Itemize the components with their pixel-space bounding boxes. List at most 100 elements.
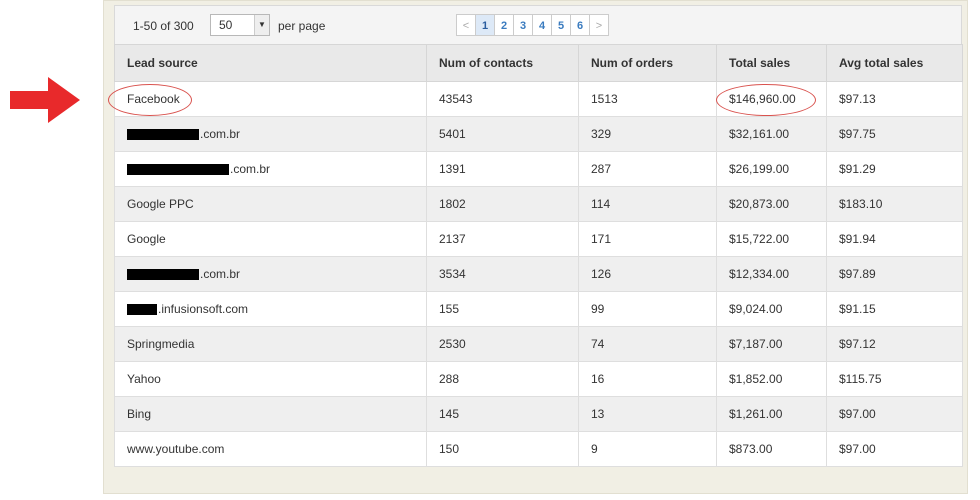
page-links: < 1 2 3 4 5 6 >	[456, 14, 609, 36]
cell-num-orders-text: 99	[591, 302, 605, 316]
header-num-contacts[interactable]: Num of contacts	[426, 44, 579, 82]
cell-num-contacts: 1802	[426, 186, 579, 222]
cell-avg-total-sales: $97.13	[826, 81, 963, 117]
cell-num-contacts-text: 5401	[439, 127, 466, 141]
cell-total-sales-text: $9,024.00	[729, 302, 783, 316]
cell-num-orders-text: 329	[591, 127, 612, 141]
per-page-label: per page	[278, 19, 326, 33]
cell-total-sales-text: $873.00	[729, 442, 773, 456]
page-link-2[interactable]: 2	[494, 14, 514, 36]
cell-num-orders: 287	[578, 151, 717, 187]
redaction-bar	[127, 304, 157, 316]
lead-source-table: Lead source Num of contacts Num of order…	[114, 44, 963, 467]
table-row[interactable]: .com.br 3534 126 $12,334.00 $97.89	[114, 256, 963, 292]
header-total-sales[interactable]: Total sales	[716, 44, 827, 82]
cell-num-contacts: 288	[426, 361, 579, 397]
cell-num-contacts: 155	[426, 291, 579, 327]
page-link-4[interactable]: 4	[532, 14, 552, 36]
cell-avg-total-sales-text: $97.00	[839, 407, 876, 421]
cell-lead-source-text: www.youtube.com	[127, 442, 225, 456]
cell-lead-source: Google	[114, 221, 427, 257]
cell-total-sales-text: $15,722.00	[729, 232, 790, 246]
pagination-bar: 1-50 of 300 50 ▼ per page < 1 2 3 4 5 6 …	[114, 5, 962, 45]
cell-total-sales: $15,722.00	[716, 221, 827, 257]
cell-avg-total-sales: $183.10	[826, 186, 963, 222]
cell-avg-total-sales: $91.15	[826, 291, 963, 327]
table-row[interactable]: Springmedia 2530 74 $7,187.00 $97.12	[114, 326, 963, 362]
header-num-orders[interactable]: Num of orders	[578, 44, 717, 82]
table-row[interactable]: www.youtube.com 150 9 $873.00 $97.00	[114, 431, 963, 467]
table-row[interactable]: .infusionsoft.com 155 99 $9,024.00 $91.15	[114, 291, 963, 327]
cell-num-orders: 74	[578, 326, 717, 362]
table-row[interactable]: Google 2137 171 $15,722.00 $91.94	[114, 221, 963, 257]
cell-avg-total-sales: $91.29	[826, 151, 963, 187]
cell-lead-source-text: .infusionsoft.com	[158, 302, 249, 316]
header-avg-total-sales[interactable]: Avg total sales	[826, 44, 963, 82]
redaction-bar	[127, 164, 229, 176]
cell-num-orders-text: 13	[591, 407, 605, 421]
cell-avg-total-sales: $97.12	[826, 326, 963, 362]
cell-avg-total-sales-text: $91.15	[839, 302, 876, 316]
prev-page-button[interactable]: <	[456, 14, 476, 36]
cell-num-orders-text: 74	[591, 337, 605, 351]
chevron-down-icon[interactable]: ▼	[254, 15, 269, 35]
cell-total-sales-text: $20,873.00	[729, 197, 790, 211]
redaction-bar	[127, 269, 199, 281]
circle-annotation-total-sales	[716, 84, 816, 116]
cell-total-sales: $1,852.00	[716, 361, 827, 397]
page-size-select[interactable]: 50 ▼	[210, 14, 270, 36]
cell-num-orders-text: 114	[591, 197, 611, 211]
cell-lead-source: Bing	[114, 396, 427, 432]
table-row[interactable]: Yahoo 288 16 $1,852.00 $115.75	[114, 361, 963, 397]
page-link-6[interactable]: 6	[570, 14, 590, 36]
cell-avg-total-sales: $115.75	[826, 361, 963, 397]
cell-num-contacts: 150	[426, 431, 579, 467]
range-text: 1-50 of 300	[133, 19, 194, 33]
circle-annotation-facebook	[108, 84, 192, 116]
cell-total-sales: $32,161.00	[716, 116, 827, 152]
cell-avg-total-sales-text: $97.75	[839, 127, 876, 141]
cell-num-orders-text: 126	[591, 267, 612, 281]
redaction-bar	[127, 129, 199, 141]
cell-num-orders-text: 287	[591, 162, 612, 176]
cell-lead-source: .com.br	[114, 151, 427, 187]
page-link-1[interactable]: 1	[475, 14, 495, 36]
cell-lead-source: Yahoo	[114, 361, 427, 397]
page-size-value: 50	[219, 18, 233, 32]
cell-num-orders: 171	[578, 221, 717, 257]
red-arrow-annotation	[10, 77, 80, 123]
cell-total-sales-text: $1,261.00	[729, 407, 783, 421]
cell-num-contacts: 1391	[426, 151, 579, 187]
table-row[interactable]: Google PPC 1802 114 $20,873.00 $183.10	[114, 186, 963, 222]
cell-num-contacts: 43543	[426, 81, 579, 117]
cell-num-orders: 13	[578, 396, 717, 432]
cell-avg-total-sales-text: $183.10	[839, 197, 883, 211]
cell-num-contacts-text: 150	[439, 442, 460, 456]
table-row[interactable]: .com.br 5401 329 $32,161.00 $97.75	[114, 116, 963, 152]
cell-lead-source-text: .com.br	[200, 267, 241, 281]
cell-total-sales-text: $26,199.00	[729, 162, 790, 176]
cell-num-orders-text: 16	[591, 372, 605, 386]
cell-avg-total-sales-text: $91.29	[839, 162, 876, 176]
cell-num-orders: 9	[578, 431, 717, 467]
cell-num-contacts-text: 3534	[439, 267, 466, 281]
cell-lead-source: .com.br	[114, 256, 427, 292]
cell-lead-source-text: .com.br	[230, 162, 271, 176]
table-row[interactable]: Facebook 43543 1513 $146,960.00 $97.13	[114, 81, 963, 117]
header-lead-source[interactable]: Lead source	[114, 44, 427, 82]
cell-lead-source: Google PPC	[114, 186, 427, 222]
cell-total-sales-text: $12,334.00	[729, 267, 790, 281]
table-row[interactable]: Bing 145 13 $1,261.00 $97.00	[114, 396, 963, 432]
cell-avg-total-sales-text: $115.75	[839, 372, 882, 386]
cell-lead-source: .com.br	[114, 116, 427, 152]
cell-lead-source-text: .com.br	[200, 127, 241, 141]
page-link-3[interactable]: 3	[513, 14, 533, 36]
cell-avg-total-sales: $91.94	[826, 221, 963, 257]
cell-total-sales-text: $7,187.00	[729, 337, 783, 351]
cell-avg-total-sales: $97.89	[826, 256, 963, 292]
cell-total-sales: $873.00	[716, 431, 827, 467]
next-page-button[interactable]: >	[589, 14, 609, 36]
page-link-5[interactable]: 5	[551, 14, 571, 36]
table-row[interactable]: .com.br 1391 287 $26,199.00 $91.29	[114, 151, 963, 187]
cell-total-sales: $1,261.00	[716, 396, 827, 432]
